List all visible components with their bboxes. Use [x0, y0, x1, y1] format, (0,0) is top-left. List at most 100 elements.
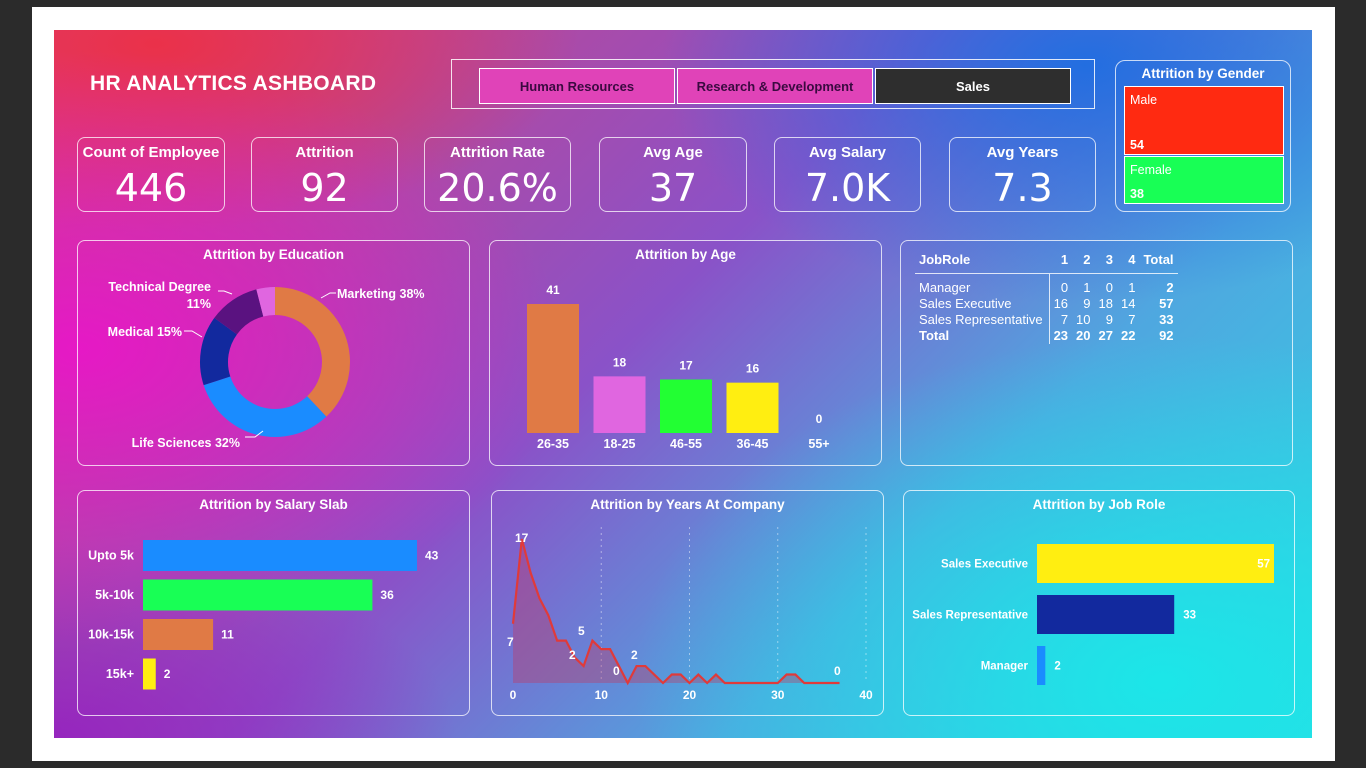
tab-research-development[interactable]: Research & Development — [677, 68, 873, 104]
cell: 1 — [1083, 279, 1091, 295]
data-label: 7 — [507, 635, 514, 649]
data-label: 0 — [834, 664, 841, 678]
age-bar-chart: 41 26-35 18 18-25 17 46-55 16 36-45 0 55+ — [527, 283, 830, 451]
male-label: Male — [1130, 93, 1158, 107]
cell: 33 — [1159, 311, 1174, 327]
kpi-attrition-rate: Attrition Rate 20.6% — [424, 137, 571, 212]
salary-bar[interactable] — [143, 619, 214, 650]
male-block[interactable]: Male 54 — [1124, 86, 1284, 155]
jobrole-bar[interactable] — [1037, 595, 1175, 634]
leader-line — [218, 290, 233, 295]
kpi-avg-salary: Avg Salary 7.0K — [774, 137, 921, 212]
cell: 57 — [1159, 295, 1174, 311]
female-label: Female — [1130, 163, 1172, 177]
female-block[interactable]: Female 38 — [1124, 156, 1284, 204]
age-category-label: 46-55 — [670, 437, 702, 451]
years-area-chart: 17 7 5 2 0 2 0 0 10 20 30 40 — [507, 527, 873, 702]
cell: 18 — [1098, 295, 1113, 311]
attrition-by-education-panel: Attrition by Education Marketing 38% Tec… — [77, 240, 470, 466]
cell: 10 — [1076, 311, 1091, 327]
age-category-label: 18-25 — [604, 437, 636, 451]
kpi-avg-years: Avg Years 7.3 — [949, 137, 1096, 212]
cell: 9 — [1083, 295, 1091, 311]
kpi-label: Count of Employee — [82, 144, 220, 161]
salary-category-label: 15k+ — [106, 667, 134, 681]
cell: 2 — [1166, 279, 1174, 295]
kpi-value: 37 — [648, 166, 698, 210]
cell: Sales Executive — [915, 295, 1050, 312]
page-title: HR ANALYTICS ASHBOARD — [90, 72, 377, 95]
age-value-label: 17 — [679, 359, 693, 373]
age-bar[interactable] — [527, 304, 579, 433]
cell: 16 — [1053, 295, 1069, 311]
data-label: 2 — [569, 648, 576, 662]
cell: 92 — [1159, 327, 1174, 343]
kpi-value: 7.0K — [804, 166, 891, 210]
kpi-value: 20.6% — [437, 166, 558, 210]
label-technical-pct: 11% — [187, 297, 211, 311]
cell: 0 — [1060, 279, 1069, 295]
salary-value-label: 43 — [425, 549, 439, 563]
jobrole-bar[interactable] — [1037, 646, 1046, 685]
age-category-label: 55+ — [808, 437, 829, 451]
age-bar[interactable] — [660, 379, 712, 433]
label-medical: Medical 15% — [108, 325, 182, 339]
attrition-by-jobrole-panel: Attrition by Job Role 57 Sales Executive 3… — [903, 490, 1295, 716]
tab-human-resources[interactable]: Human Resources — [479, 68, 675, 104]
data-label: 17 — [515, 531, 529, 545]
label-marketing: Marketing 38% — [337, 287, 425, 301]
salary-bar[interactable] — [143, 658, 156, 690]
x-tick-label: 30 — [771, 688, 785, 702]
age-value-label: 0 — [816, 412, 823, 426]
cell: 0 — [1105, 279, 1113, 295]
cell: 7 — [1128, 311, 1136, 327]
leader-line — [320, 292, 336, 299]
jobrole-category-label: Manager — [981, 661, 1029, 673]
male-value: 54 — [1130, 138, 1144, 152]
age-category-label: 36-45 — [737, 437, 769, 451]
header-2[interactable]: 2 — [1072, 252, 1095, 274]
age-bar[interactable] — [726, 382, 779, 433]
donut-slice-life-sciences[interactable] — [203, 376, 327, 438]
cell: 14 — [1120, 295, 1136, 311]
attrition-by-age-panel: Attrition by Age 41 26-35 18 18-25 17 46-55 16… — [489, 240, 882, 466]
header-3[interactable]: 3 — [1094, 252, 1117, 274]
age-value-label: 41 — [546, 283, 560, 297]
x-tick-label: 20 — [683, 688, 697, 702]
cell: 23 — [1053, 327, 1069, 343]
cell: 9 — [1105, 311, 1113, 327]
header-total[interactable]: Total — [1139, 252, 1178, 274]
matrix-header-row: JobRole 1 2 3 4 Total — [915, 252, 1178, 274]
education-donut-chart: Marketing 38% Technical Degree 11% Medic… — [108, 280, 425, 450]
kpi-label: Avg Years — [986, 144, 1059, 161]
salary-category-label: 5k-10k — [95, 588, 134, 602]
cell: 27 — [1098, 327, 1113, 343]
kpi-label: Attrition — [295, 144, 354, 161]
dashboard-canvas: HR ANALYTICS ASHBOARD Human Resources Re… — [54, 30, 1312, 738]
jobrole-value-label: 2 — [1054, 661, 1060, 673]
donut-slice-marketing[interactable] — [275, 287, 351, 417]
salary-value-label: 36 — [380, 588, 394, 602]
jobrole-bar[interactable] — [1037, 544, 1274, 583]
tab-sales[interactable]: Sales — [875, 68, 1071, 104]
attrition-by-gender-panel: Attrition by Gender Male 54 Female 38 — [1115, 60, 1291, 212]
salary-bar[interactable] — [143, 579, 373, 611]
kpi-label: Attrition Rate — [450, 144, 545, 161]
kpi-value: 92 — [300, 166, 349, 210]
header-4[interactable]: 4 — [1116, 252, 1140, 274]
header-1[interactable]: 1 — [1049, 252, 1073, 274]
attrition-by-salary-panel: Attrition by Salary Slab 43 Upto 5k 36 5k-1… — [77, 490, 470, 716]
salary-bar[interactable] — [143, 540, 417, 571]
kpi-count-of-employee: Count of Employee 446 — [77, 137, 225, 212]
department-slicer: Human Resources Research & Development S… — [451, 59, 1095, 109]
age-value-label: 16 — [746, 362, 760, 376]
table-total-row: Total 23 20 27 22 92 — [915, 327, 1178, 344]
jobrole-value-label: 33 — [1183, 610, 1196, 622]
cell: Total — [915, 327, 1050, 344]
cell: Manager — [915, 279, 1050, 296]
years-area-fill — [513, 539, 840, 683]
age-bar[interactable] — [593, 376, 646, 433]
salary-value-label: 2 — [164, 667, 171, 681]
cell: 22 — [1120, 327, 1136, 343]
header-jobrole[interactable]: JobRole — [915, 252, 1050, 274]
